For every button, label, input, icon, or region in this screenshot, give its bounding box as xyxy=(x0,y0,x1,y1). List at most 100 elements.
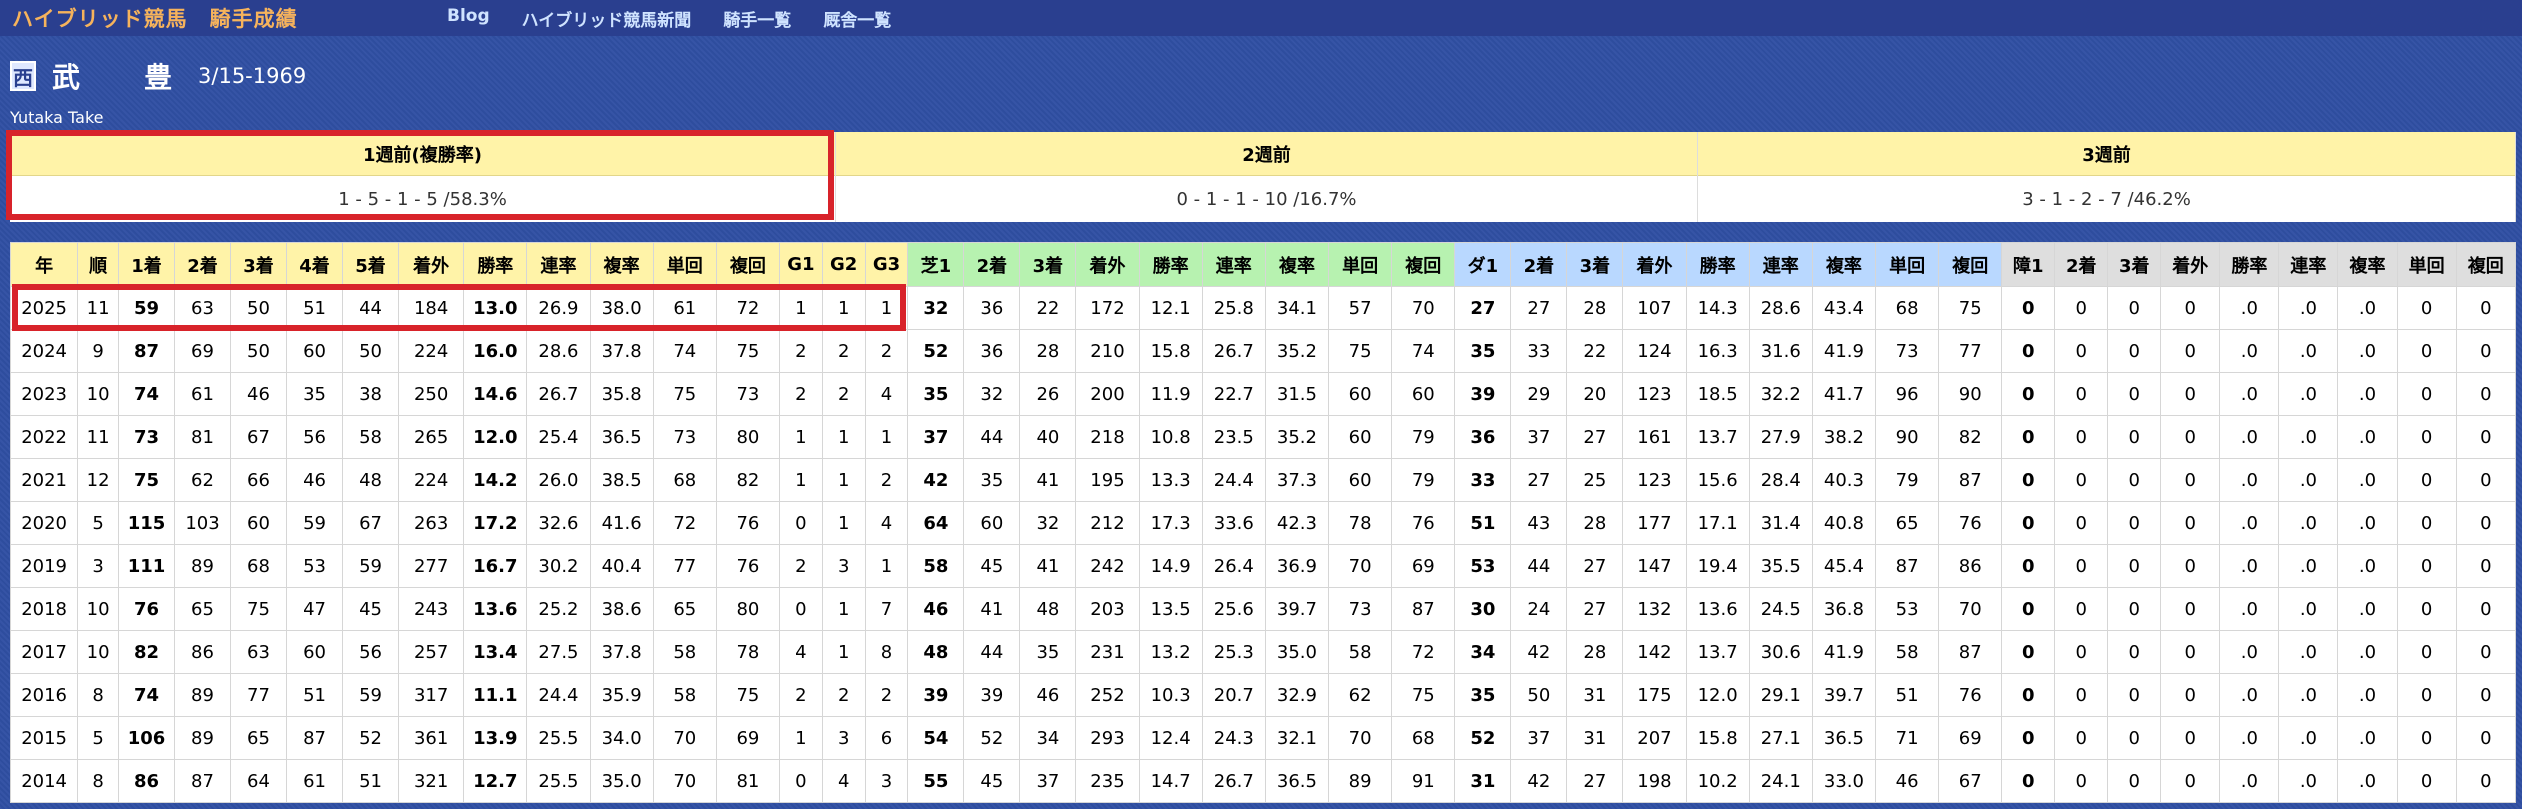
column-header[interactable]: 単回 xyxy=(652,242,717,287)
stat-cell: 0 xyxy=(2001,630,2056,674)
stat-cell: 41 xyxy=(1019,458,1077,502)
stat-cell: 56 xyxy=(342,630,400,674)
stat-cell: 67 xyxy=(229,415,288,459)
column-header[interactable]: 年 xyxy=(9,242,79,287)
nav-link-stable-list[interactable]: 厩舎一覧 xyxy=(823,6,891,31)
stat-cell: 0 xyxy=(2160,587,2221,631)
stat-cell: .0 xyxy=(2219,673,2280,717)
stat-cell: 263 xyxy=(398,501,465,545)
column-header[interactable]: 勝率 xyxy=(463,242,528,287)
stat-cell: 14.9 xyxy=(1138,544,1203,588)
stat-cell: 35 xyxy=(1454,673,1512,717)
column-header[interactable]: 連率 xyxy=(1201,242,1266,287)
stat-cell: 37.3 xyxy=(1264,458,1330,502)
stat-cell: .0 xyxy=(2219,372,2280,416)
nav-link-newspaper[interactable]: ハイブリッド競馬新聞 xyxy=(522,6,692,31)
column-header[interactable]: 障1 xyxy=(2001,242,2056,287)
stat-cell: 1 xyxy=(821,286,866,330)
column-header[interactable]: 3着 xyxy=(229,242,288,287)
column-header[interactable]: 着外 xyxy=(1622,242,1687,287)
stat-cell: 37 xyxy=(1510,415,1568,459)
stat-cell: 78 xyxy=(1328,501,1393,545)
stat-cell: 243 xyxy=(398,587,465,631)
stat-cell: 87 xyxy=(117,329,175,373)
site-title[interactable]: ハイブリッド競馬 騎手成績 xyxy=(12,3,432,33)
stat-cell: 0 xyxy=(2455,544,2517,588)
stat-cell: 58 xyxy=(342,415,400,459)
stat-cell: 10 xyxy=(77,587,119,631)
column-header[interactable]: 単回 xyxy=(2396,242,2457,287)
column-header[interactable]: 単回 xyxy=(1328,242,1393,287)
stat-cell: 24 xyxy=(1510,587,1568,631)
column-header[interactable]: 勝率 xyxy=(1685,242,1750,287)
stat-cell: 59 xyxy=(117,286,175,330)
stat-cell: 12 xyxy=(77,458,119,502)
column-header[interactable]: 5着 xyxy=(342,242,400,287)
column-header[interactable]: 複回 xyxy=(715,242,781,287)
table-row: 2017 10 82 86 63 60 56 257 13.4 27.5 37.8 58 78 4 1 8 48… xyxy=(9,630,2517,674)
column-header[interactable]: 2着 xyxy=(963,242,1021,287)
column-header[interactable]: 順 xyxy=(77,242,119,287)
stat-cell: 62 xyxy=(173,458,232,502)
column-header[interactable]: 4着 xyxy=(286,242,344,287)
stat-cell: 70 xyxy=(1328,716,1393,760)
column-header[interactable]: 複回 xyxy=(1391,242,1456,287)
yearly-stats-table: 年順 1着 2着 3着 4着 5着 着外 勝率 連率 複率 単回 複回 G1 G2 G3 芝1 2着 3着 着外 勝率… xyxy=(9,242,2517,803)
stat-cell: 72 xyxy=(715,286,781,330)
column-header[interactable]: ダ1 xyxy=(1454,242,1512,287)
column-header[interactable]: 2着 xyxy=(173,242,232,287)
week-2: 2週前 0 - 1 - 1 - 10 /16.7% xyxy=(836,132,1698,222)
column-header[interactable]: 3着 xyxy=(1019,242,1077,287)
column-header[interactable]: G1 xyxy=(779,242,823,287)
column-header[interactable]: G3 xyxy=(864,242,909,287)
column-header[interactable]: 連率 xyxy=(526,242,591,287)
column-header[interactable]: 着外 xyxy=(398,242,465,287)
week-3: 3週前 3 - 1 - 2 - 7 /46.2% xyxy=(1698,132,2516,222)
column-header[interactable]: 3着 xyxy=(1566,242,1624,287)
column-header[interactable]: 単回 xyxy=(1875,242,1940,287)
stat-cell: 26.0 xyxy=(526,458,591,502)
column-header[interactable]: 複回 xyxy=(2455,242,2517,287)
nav-link-jockey-list[interactable]: 騎手一覧 xyxy=(723,6,791,31)
stat-cell: 82 xyxy=(715,458,781,502)
stat-cell: 46 xyxy=(229,372,288,416)
stat-cell: 2 xyxy=(821,329,866,373)
column-header[interactable]: 複率 xyxy=(589,242,654,287)
stat-cell: 1 xyxy=(821,587,866,631)
stat-cell: 27.5 xyxy=(526,630,591,674)
table-row: 2015 5 106 89 65 87 52 361 13.9 25.5 34.0 70 69 1 3 6 54… xyxy=(9,716,2517,760)
stat-cell: 74 xyxy=(1391,329,1456,373)
stat-cell: 39 xyxy=(963,673,1021,717)
stat-cell: 0 xyxy=(2455,759,2517,803)
column-header[interactable]: 連率 xyxy=(1748,242,1813,287)
stat-cell: 38.2 xyxy=(1811,415,1877,459)
column-header[interactable]: 連率 xyxy=(2278,242,2339,287)
stat-cell: 77 xyxy=(229,673,288,717)
stat-cell: 61 xyxy=(286,759,344,803)
nav-link-blog[interactable]: Blog xyxy=(447,6,490,31)
column-header[interactable]: 着外 xyxy=(1075,242,1140,287)
stat-cell: 177 xyxy=(1622,501,1687,545)
week-1-label: 1週前(複勝率) xyxy=(10,132,835,176)
column-header[interactable]: 着外 xyxy=(2160,242,2221,287)
column-header[interactable]: 2着 xyxy=(1510,242,1568,287)
stat-cell: .0 xyxy=(2337,716,2398,760)
column-header[interactable]: 勝率 xyxy=(2219,242,2280,287)
column-header[interactable]: 1着 xyxy=(117,242,175,287)
column-header[interactable]: 芝1 xyxy=(907,242,965,287)
stat-cell: 0 xyxy=(2001,286,2056,330)
column-header[interactable]: 2着 xyxy=(2054,242,2109,287)
column-header[interactable]: 複回 xyxy=(1938,242,2003,287)
column-header[interactable]: 複率 xyxy=(2337,242,2398,287)
column-header[interactable]: 複率 xyxy=(1264,242,1330,287)
stat-cell: 75 xyxy=(715,329,781,373)
column-header[interactable]: 複率 xyxy=(1811,242,1877,287)
stat-cell: .0 xyxy=(2278,587,2339,631)
top-nav: ハイブリッド競馬 騎手成績 Blog ハイブリッド競馬新聞 騎手一覧 厩舎一覧 xyxy=(0,0,2522,36)
stat-cell: 68 xyxy=(1391,716,1456,760)
column-header[interactable]: 勝率 xyxy=(1138,242,1203,287)
stat-cell: 0 xyxy=(2396,544,2457,588)
column-header[interactable]: G2 xyxy=(821,242,866,287)
stat-cell: 0 xyxy=(2160,673,2221,717)
column-header[interactable]: 3着 xyxy=(2107,242,2162,287)
